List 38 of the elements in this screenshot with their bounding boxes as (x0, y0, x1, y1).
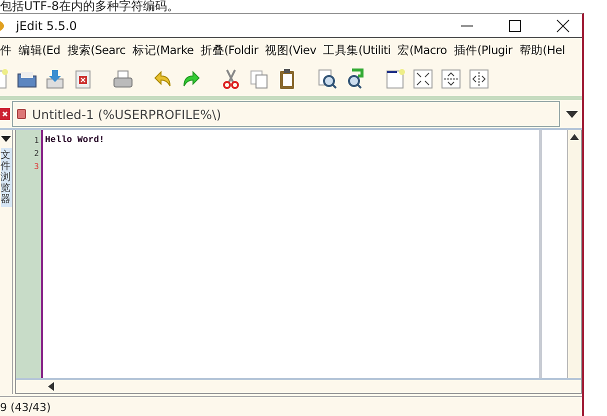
search-icon[interactable] (316, 68, 338, 90)
split-icon[interactable] (468, 68, 490, 90)
status-text: 9 (43/43) (0, 400, 51, 414)
close-icon[interactable] (556, 18, 570, 32)
collapse-icon[interactable] (412, 68, 434, 90)
file-browser-tab[interactable]: 文件浏览器 (0, 148, 12, 207)
line-number: 1 (33, 135, 40, 147)
scissors-icon[interactable] (220, 68, 242, 90)
copy-icon[interactable] (248, 68, 270, 90)
menu-item[interactable]: 件 (0, 42, 12, 58)
buffer-dropdown[interactable]: Untitled-1 (%USERPROFILE%\) (12, 101, 560, 127)
horizontal-scrollbar[interactable] (16, 378, 581, 393)
printer-icon[interactable] (112, 68, 134, 90)
line-number: 2 (33, 148, 40, 160)
close-buffer-icon[interactable] (0, 108, 10, 120)
code-line: Hello Word! (45, 135, 104, 145)
menu-item[interactable]: 编辑(Ed (18, 42, 60, 58)
scroll-left-arrow-icon[interactable] (48, 382, 54, 391)
menu-item[interactable]: 标记(Marke (132, 42, 194, 58)
maximize-icon[interactable] (508, 18, 522, 32)
menu-item[interactable]: 插件(Plugir (454, 42, 512, 58)
window-title: jEdit 5.5.0 (16, 18, 77, 32)
dock-menu-icon[interactable] (1, 136, 11, 142)
scroll-up-arrow-icon[interactable] (570, 134, 579, 140)
menu-item[interactable]: 工具集(Utiliti (323, 42, 391, 58)
new-view-icon[interactable] (384, 68, 406, 90)
line-number: 3 (33, 161, 40, 173)
expand-fold-icon[interactable] (440, 68, 462, 90)
menu-item[interactable]: 帮助(Hel (519, 42, 565, 58)
menu-item[interactable]: 视图(Viev (265, 42, 316, 58)
menu-item[interactable]: 搜索(Searc (67, 42, 126, 58)
menu-item[interactable]: 折叠(Foldir (200, 42, 258, 58)
save-icon[interactable] (44, 68, 66, 90)
page-caption: 包括UTF-8在内的多种字符编码。 (0, 0, 180, 13)
dropdown-arrow-icon[interactable] (566, 110, 578, 118)
menu-item[interactable]: 宏(Macro (398, 42, 447, 58)
file-icon (17, 109, 26, 119)
vertical-scrollbar[interactable] (567, 130, 581, 378)
